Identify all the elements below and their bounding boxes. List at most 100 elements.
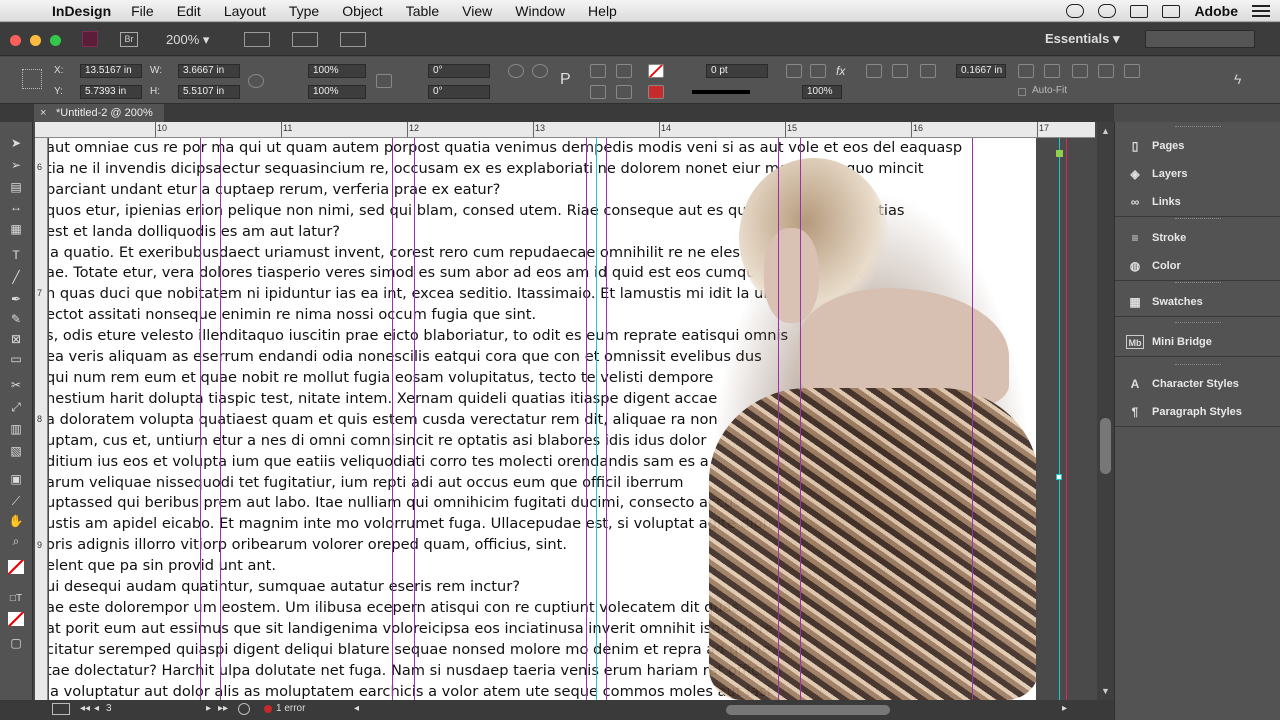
content-collector-icon[interactable]: ▦ (8, 222, 24, 236)
sync-status-icon[interactable] (1066, 4, 1085, 18)
scroll-right-arrow-icon[interactable]: ▸ (1062, 703, 1067, 714)
link-scale-icon[interactable] (376, 74, 392, 88)
screen-mode-button[interactable] (292, 32, 318, 47)
column-guide[interactable] (586, 138, 587, 700)
menu-edit[interactable]: Edit (177, 3, 201, 19)
panel-paragraph-styles[interactable]: ¶ Paragraph Styles (1115, 398, 1280, 426)
open-page-icon[interactable] (238, 703, 250, 715)
y-position-field[interactable]: 5.7393 in (80, 85, 142, 99)
panel-mini-bridge[interactable]: Mb Mini Bridge (1115, 328, 1280, 356)
type-tool-icon[interactable]: T (8, 248, 24, 262)
fill-frame-proportionally-icon[interactable] (1044, 64, 1060, 78)
first-page-icon[interactable]: ◂◂ (80, 703, 90, 714)
frame-handle[interactable] (1056, 150, 1063, 157)
menu-window[interactable]: Window (515, 3, 565, 19)
center-content-icon[interactable] (1124, 64, 1140, 78)
panel-character-styles[interactable]: A Character Styles (1115, 370, 1280, 398)
horizontal-scroll-thumb[interactable] (726, 705, 890, 715)
adobe-menu[interactable]: Adobe (1194, 3, 1238, 19)
rotate-ccw-icon[interactable] (532, 64, 548, 78)
eyedropper-tool-icon[interactable]: ⟋ (8, 494, 24, 508)
free-transform-tool-icon[interactable]: ⤢ (8, 400, 24, 414)
lightning-quick-apply-icon[interactable]: ϟ (1234, 71, 1241, 87)
minimize-window-button[interactable] (30, 35, 41, 46)
document-page[interactable]: aut omniae cus re por ma qui ut quam aut… (49, 138, 1036, 700)
fit-frame-to-content-icon[interactable] (1098, 64, 1114, 78)
scale-x-field[interactable]: 100% (308, 64, 366, 78)
page-number-field[interactable]: 3 (106, 703, 112, 714)
menu-object[interactable]: Object (342, 3, 382, 19)
previous-page-icon[interactable]: ◂ (94, 703, 99, 714)
rotation-angle-field[interactable]: 0° (428, 64, 490, 78)
menu-view[interactable]: View (462, 3, 492, 19)
display-icon[interactable] (1162, 4, 1181, 18)
zoom-level-dropdown[interactable]: 200% ▾ (166, 32, 209, 48)
apply-none-icon[interactable] (8, 612, 24, 626)
vertical-scroll-thumb[interactable] (1100, 418, 1111, 474)
preflight-status[interactable]: 1 error (264, 703, 305, 714)
note-tool-icon[interactable]: ▣ (8, 472, 24, 486)
screen-record-icon[interactable] (1130, 4, 1149, 18)
fitting-frame-icon[interactable] (920, 64, 936, 78)
column-guide[interactable] (800, 138, 801, 700)
hand-tool-icon[interactable]: ✋ (8, 514, 24, 528)
document-tab[interactable]: × *Untitled-2 @ 200% (34, 104, 164, 122)
scroll-down-arrow-icon[interactable]: ▼ (1101, 686, 1110, 696)
view-options-button[interactable] (244, 32, 270, 47)
drop-shadow-icon[interactable] (810, 64, 826, 78)
height-field[interactable]: 5.5107 in (178, 85, 240, 99)
effects-fx-icon[interactable]: fx (836, 64, 852, 78)
column-guide[interactable] (200, 138, 201, 700)
column-guide[interactable] (392, 138, 393, 700)
menu-layout[interactable]: Layout (224, 3, 266, 19)
panel-stroke[interactable]: ≡ Stroke (1115, 224, 1280, 252)
vertical-ruler[interactable]: 6 7 8 9 (35, 138, 48, 700)
line-tool-icon[interactable]: ╱ (8, 270, 24, 284)
corner-options-icon[interactable] (786, 64, 802, 78)
vertical-scrollbar[interactable]: ▲ ▼ (1097, 122, 1114, 700)
text-wrap-none-icon[interactable] (866, 64, 882, 78)
gradient-feather-tool-icon[interactable]: ▧ (8, 444, 24, 458)
flip-horizontal-icon[interactable] (590, 64, 606, 78)
menu-type[interactable]: Type (289, 3, 319, 19)
pasteboard-guide[interactable] (1059, 138, 1060, 700)
gap-spacing-field[interactable]: 0.1667 in (956, 64, 1006, 78)
panel-color[interactable]: ◍ Color (1115, 252, 1280, 280)
close-tab-icon[interactable]: × (40, 104, 46, 122)
scissors-tool-icon[interactable]: ✂ (8, 378, 24, 392)
rectangle-frame-tool-icon[interactable]: ⊠ (8, 332, 24, 346)
stroke-weight-field[interactable]: 0 pt (706, 64, 768, 78)
creative-cloud-icon[interactable] (1098, 4, 1117, 18)
stroke-swatch-icon[interactable] (648, 85, 664, 99)
select-content-icon[interactable]: P (560, 71, 576, 88)
scale-y-field[interactable]: 100% (308, 85, 366, 99)
direct-selection-tool-icon[interactable]: ➢ (8, 158, 24, 172)
app-menu-indesign[interactable]: InDesign (52, 3, 111, 19)
gap-tool-icon[interactable]: ↔ (8, 200, 24, 214)
gradient-swatch-tool-icon[interactable]: ▥ (8, 422, 24, 436)
arrange-documents-button[interactable] (340, 32, 366, 47)
page-thumbnail-icon[interactable] (52, 703, 70, 715)
zoom-tool-icon[interactable]: ⌕ (8, 534, 24, 548)
panel-swatches[interactable]: ▦ Swatches (1115, 288, 1280, 316)
screen-mode-icon[interactable]: ▢ (8, 636, 24, 650)
selection-tool-icon[interactable]: ➤ (8, 136, 24, 150)
rotate-cw-icon[interactable] (508, 64, 524, 78)
constrain-proportions-icon[interactable] (248, 74, 264, 88)
menu-table[interactable]: Table (406, 3, 439, 19)
shear-angle-field[interactable]: 0° (428, 85, 490, 99)
horizontal-ruler[interactable]: 10 11 12 13 14 15 16 17 (35, 122, 1095, 138)
column-guide[interactable] (606, 138, 607, 700)
last-page-icon[interactable]: ▸▸ (218, 703, 228, 714)
opacity-field[interactable]: 100% (802, 85, 842, 99)
flip-vertical-icon[interactable] (590, 85, 606, 99)
notification-center-icon[interactable] (1252, 5, 1270, 17)
scroll-up-arrow-icon[interactable]: ▲ (1101, 126, 1110, 136)
x-position-field[interactable]: 13.5167 in (80, 64, 142, 78)
menu-help[interactable]: Help (588, 3, 617, 19)
document-canvas[interactable]: aut omniae cus re por ma qui ut quam aut… (49, 138, 1097, 700)
menu-file[interactable]: File (131, 3, 154, 19)
workspace-switcher[interactable]: Essentials ▾ (1045, 31, 1119, 47)
fill-swatch-icon[interactable] (648, 64, 664, 78)
page-tool-icon[interactable]: ▤ (8, 180, 24, 194)
